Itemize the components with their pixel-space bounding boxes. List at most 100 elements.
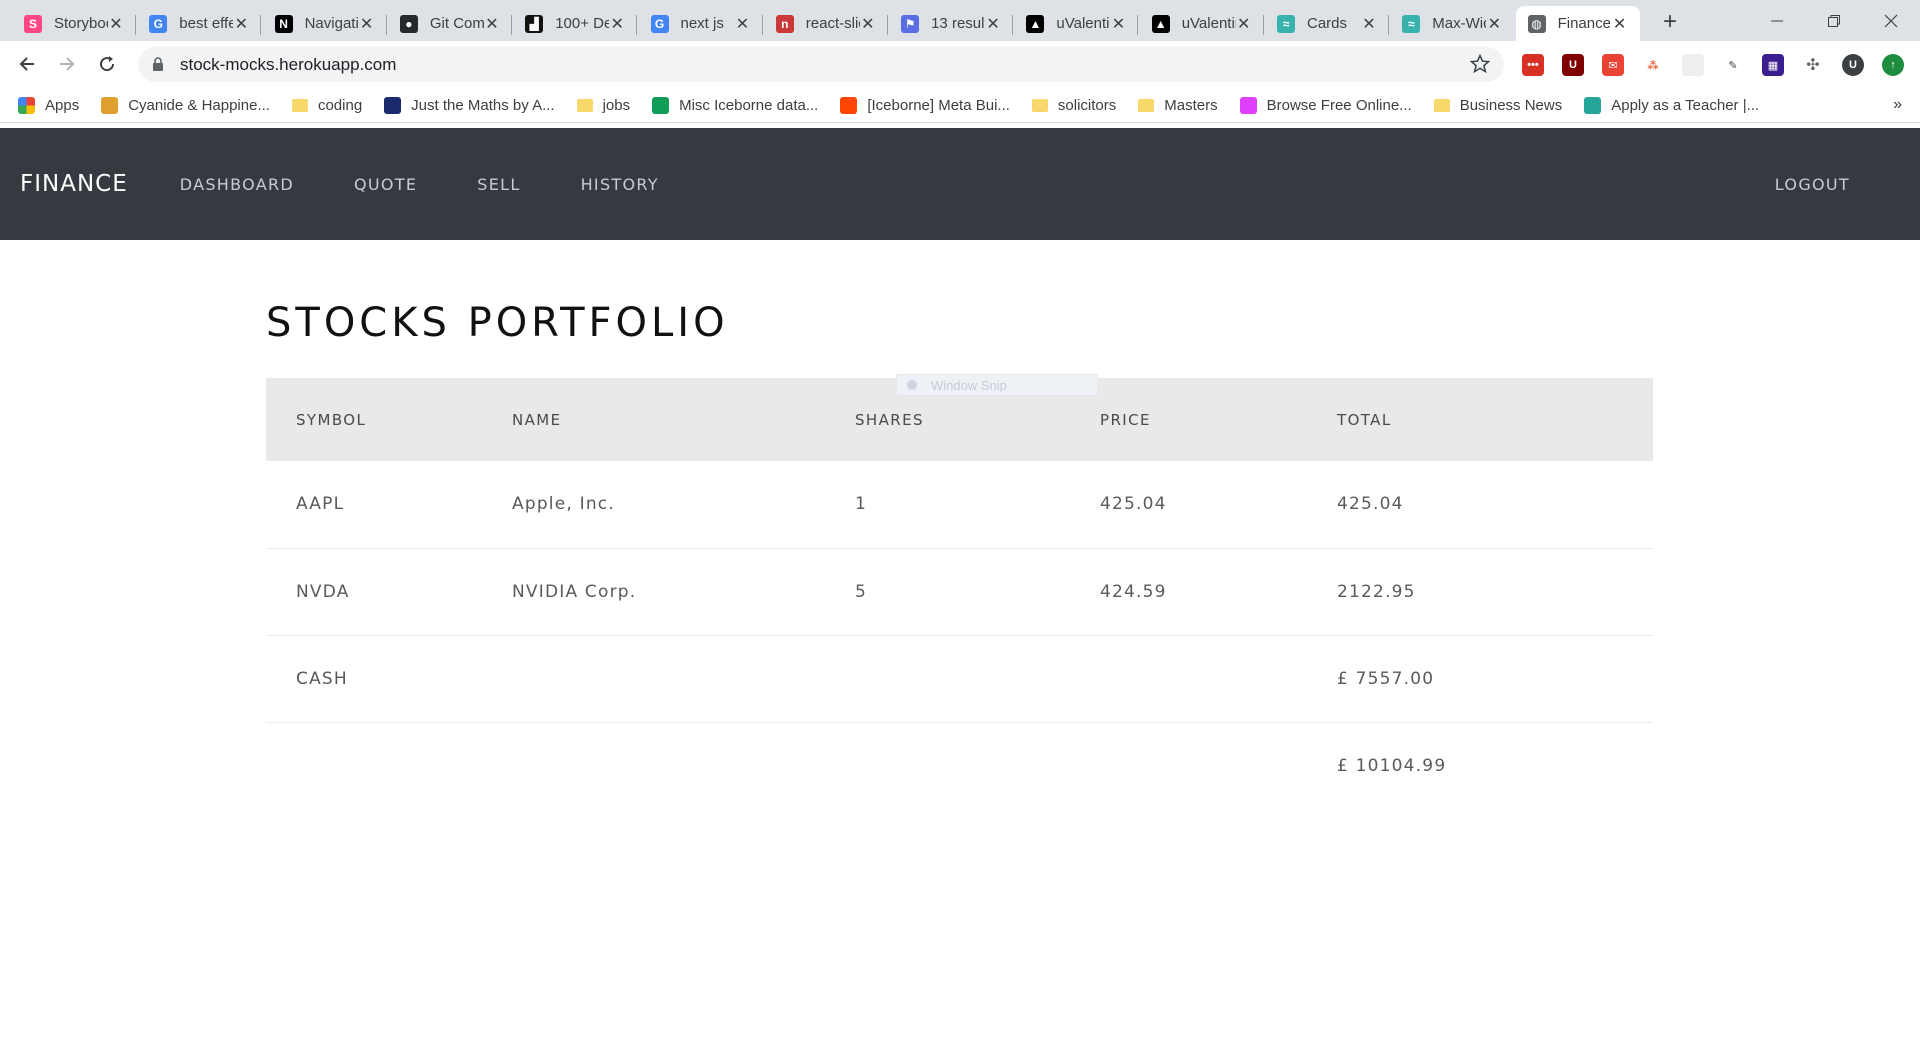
palette-extension-icon[interactable]: ▦ <box>1762 54 1784 76</box>
mail-extension-icon[interactable]: ✉ <box>1602 54 1624 76</box>
tab-title: uValentine <box>1181 15 1236 32</box>
browser-tab[interactable]: ⚑ 13 results✕ <box>889 6 1014 41</box>
nav-sell[interactable]: SELL <box>477 175 520 194</box>
tailwind-icon: ≈ <box>1277 14 1295 33</box>
tab-close-icon[interactable]: ✕ <box>860 14 876 34</box>
bookmarks-bar: Apps Cyanide & Happine... coding Just the M… <box>0 88 1920 123</box>
browser-tab[interactable]: Gnext js ✕ <box>639 6 763 41</box>
tab-separator <box>1388 15 1389 35</box>
bookmark-label: [Iceborne] Meta Bui... <box>867 96 1010 114</box>
cell-total: 2122.95 <box>1337 548 1653 636</box>
tab-close-icon[interactable]: ✕ <box>1110 14 1126 34</box>
bookmark-item[interactable]: jobs <box>576 97 630 114</box>
browser-tab[interactable]: ▲ uValentine✕ <box>1014 6 1139 41</box>
site-favicon-icon <box>1239 96 1257 114</box>
nextjs-icon: N <box>274 14 293 33</box>
bookmark-item[interactable]: solicitors <box>1031 97 1116 114</box>
tab-close-icon[interactable]: ✕ <box>1361 14 1377 34</box>
nav-history[interactable]: HISTORY <box>581 175 659 194</box>
arrow-right-icon <box>60 57 75 71</box>
tab-close-icon[interactable]: ✕ <box>359 14 375 34</box>
lock-icon <box>152 57 166 73</box>
browser-tab[interactable]: N Navigation✕ <box>263 6 387 41</box>
vercel-icon: ▲ <box>1026 14 1045 33</box>
bookmark-label: Browse Free Online... <box>1266 96 1412 114</box>
restore-button[interactable] <box>1806 0 1862 41</box>
puzzle-extensions-icon[interactable]: ✣ <box>1802 54 1824 76</box>
browser-tab[interactable]: ≈ Max-Width✕ <box>1390 6 1514 41</box>
table-row: AAPL Apple, Inc. 1 425.04 425.04 <box>266 461 1653 549</box>
reload-icon <box>100 56 115 72</box>
tab-close-icon[interactable]: ✕ <box>1486 14 1502 34</box>
bookmark-item[interactable]: [Iceborne] Meta Bui... <box>840 96 1010 114</box>
new-tab-button[interactable]: + <box>1656 8 1684 36</box>
bookmark-star-icon[interactable] <box>1469 53 1491 79</box>
tab-close-icon[interactable]: ✕ <box>1236 14 1252 34</box>
tab-close-icon[interactable]: ✕ <box>484 14 500 34</box>
site-favicon-icon <box>101 96 119 114</box>
tab-title: react-slick <box>805 15 860 32</box>
tab-separator <box>636 15 638 35</box>
chevron-double-right-icon[interactable]: » <box>1893 96 1902 114</box>
bookmark-item[interactable]: Cyanide & Happine... <box>101 96 270 114</box>
tab-title: 100+ Designs <box>555 15 610 32</box>
brand-logo[interactable]: FINANCE <box>20 171 128 197</box>
browser-tab[interactable]: Gbest effects✕ <box>137 6 262 41</box>
bookmark-item[interactable]: Browse Free Online... <box>1239 96 1412 114</box>
tab-separator <box>510 15 512 35</box>
ublock-extension-icon[interactable]: U <box>1562 54 1584 76</box>
address-bar[interactable]: stock-mocks.herokuapp.com <box>138 47 1504 82</box>
lastpass-extension-icon[interactable]: ••• <box>1522 54 1544 76</box>
update-arrow-icon[interactable]: ↑ <box>1882 54 1904 76</box>
tab-title: 13 results <box>931 15 985 32</box>
tab-title: Max-Width <box>1432 15 1486 32</box>
tab-close-icon[interactable]: ✕ <box>609 14 625 34</box>
bookmark-item[interactable]: Just the Maths by A... <box>384 96 555 114</box>
back-button[interactable] <box>10 47 44 81</box>
nav-quote[interactable]: QUOTE <box>354 175 417 194</box>
window-snip-overlay: Window Snip <box>896 374 1098 396</box>
header-price: PRICE <box>1100 378 1337 461</box>
eyedropper-extension-icon[interactable]: ✎ <box>1722 54 1744 76</box>
window-snip-label: Window Snip <box>931 377 1007 393</box>
nav-dashboard[interactable]: DASHBOARD <box>180 175 294 194</box>
tab-close-icon[interactable]: ✕ <box>1612 14 1628 34</box>
reload-button[interactable] <box>90 47 124 81</box>
folder-icon <box>1031 98 1048 112</box>
bookmark-item[interactable]: Masters <box>1138 97 1218 114</box>
bookmark-label: Business News <box>1459 96 1563 114</box>
cell-name: Apple, Inc. <box>512 461 855 549</box>
bookmark-item[interactable]: Misc Iceborne data... <box>652 96 818 114</box>
browser-tab[interactable]: ◍ Finance ✕ <box>1515 6 1640 41</box>
browser-tab[interactable]: ▲ uValentine✕ <box>1140 6 1264 41</box>
bookmark-item[interactable]: Business News <box>1433 96 1563 114</box>
cell-price: 425.04 <box>1100 461 1337 549</box>
portfolio-table: SYMBOL NAME SHARES PRICE TOTAL AAPL Appl… <box>266 378 1653 809</box>
tab-close-icon[interactable]: ✕ <box>233 14 249 34</box>
browser-tab[interactable]: S Storybook✕ <box>12 6 136 41</box>
bookmark-item[interactable]: Apps <box>18 96 79 114</box>
tab-close-icon[interactable]: ✕ <box>735 14 751 34</box>
close-window-button[interactable] <box>1863 0 1919 41</box>
browser-tab[interactable]: ▟ 100+ Designs✕ <box>513 6 638 41</box>
header-symbol: SYMBOL <box>266 378 512 461</box>
bookmark-item[interactable]: Apply as a Teacher |... <box>1584 96 1759 114</box>
browser-tab[interactable]: ≈ Cards ✕ <box>1265 6 1389 41</box>
profile-avatar[interactable]: U <box>1842 54 1864 76</box>
tab-title: Navigation <box>304 15 359 32</box>
forward-button[interactable] <box>50 47 84 81</box>
tab-close-icon[interactable]: ✕ <box>985 14 1001 34</box>
google-icon: G <box>149 14 168 33</box>
browser-tab[interactable]: n react-slick✕ <box>764 6 888 41</box>
minimize-button[interactable] <box>1749 0 1805 41</box>
browser-tab[interactable]: ● Git Commands✕ <box>388 6 512 41</box>
bookmark-label: Cyanide & Happine... <box>128 96 270 114</box>
browser-toolbar: stock-mocks.herokuapp.com ••• U ✉ ⁂ ✎ ▦ … <box>0 41 1920 88</box>
unsplash-icon: ▟ <box>525 14 544 33</box>
tab-close-icon[interactable]: ✕ <box>108 14 124 34</box>
arrow-left-icon <box>19 57 34 71</box>
blank-extension-icon[interactable] <box>1682 54 1704 76</box>
network-extension-icon[interactable]: ⁂ <box>1642 54 1664 76</box>
logout-link[interactable]: LOGOUT <box>1775 175 1850 194</box>
bookmark-item[interactable]: coding <box>291 97 362 114</box>
